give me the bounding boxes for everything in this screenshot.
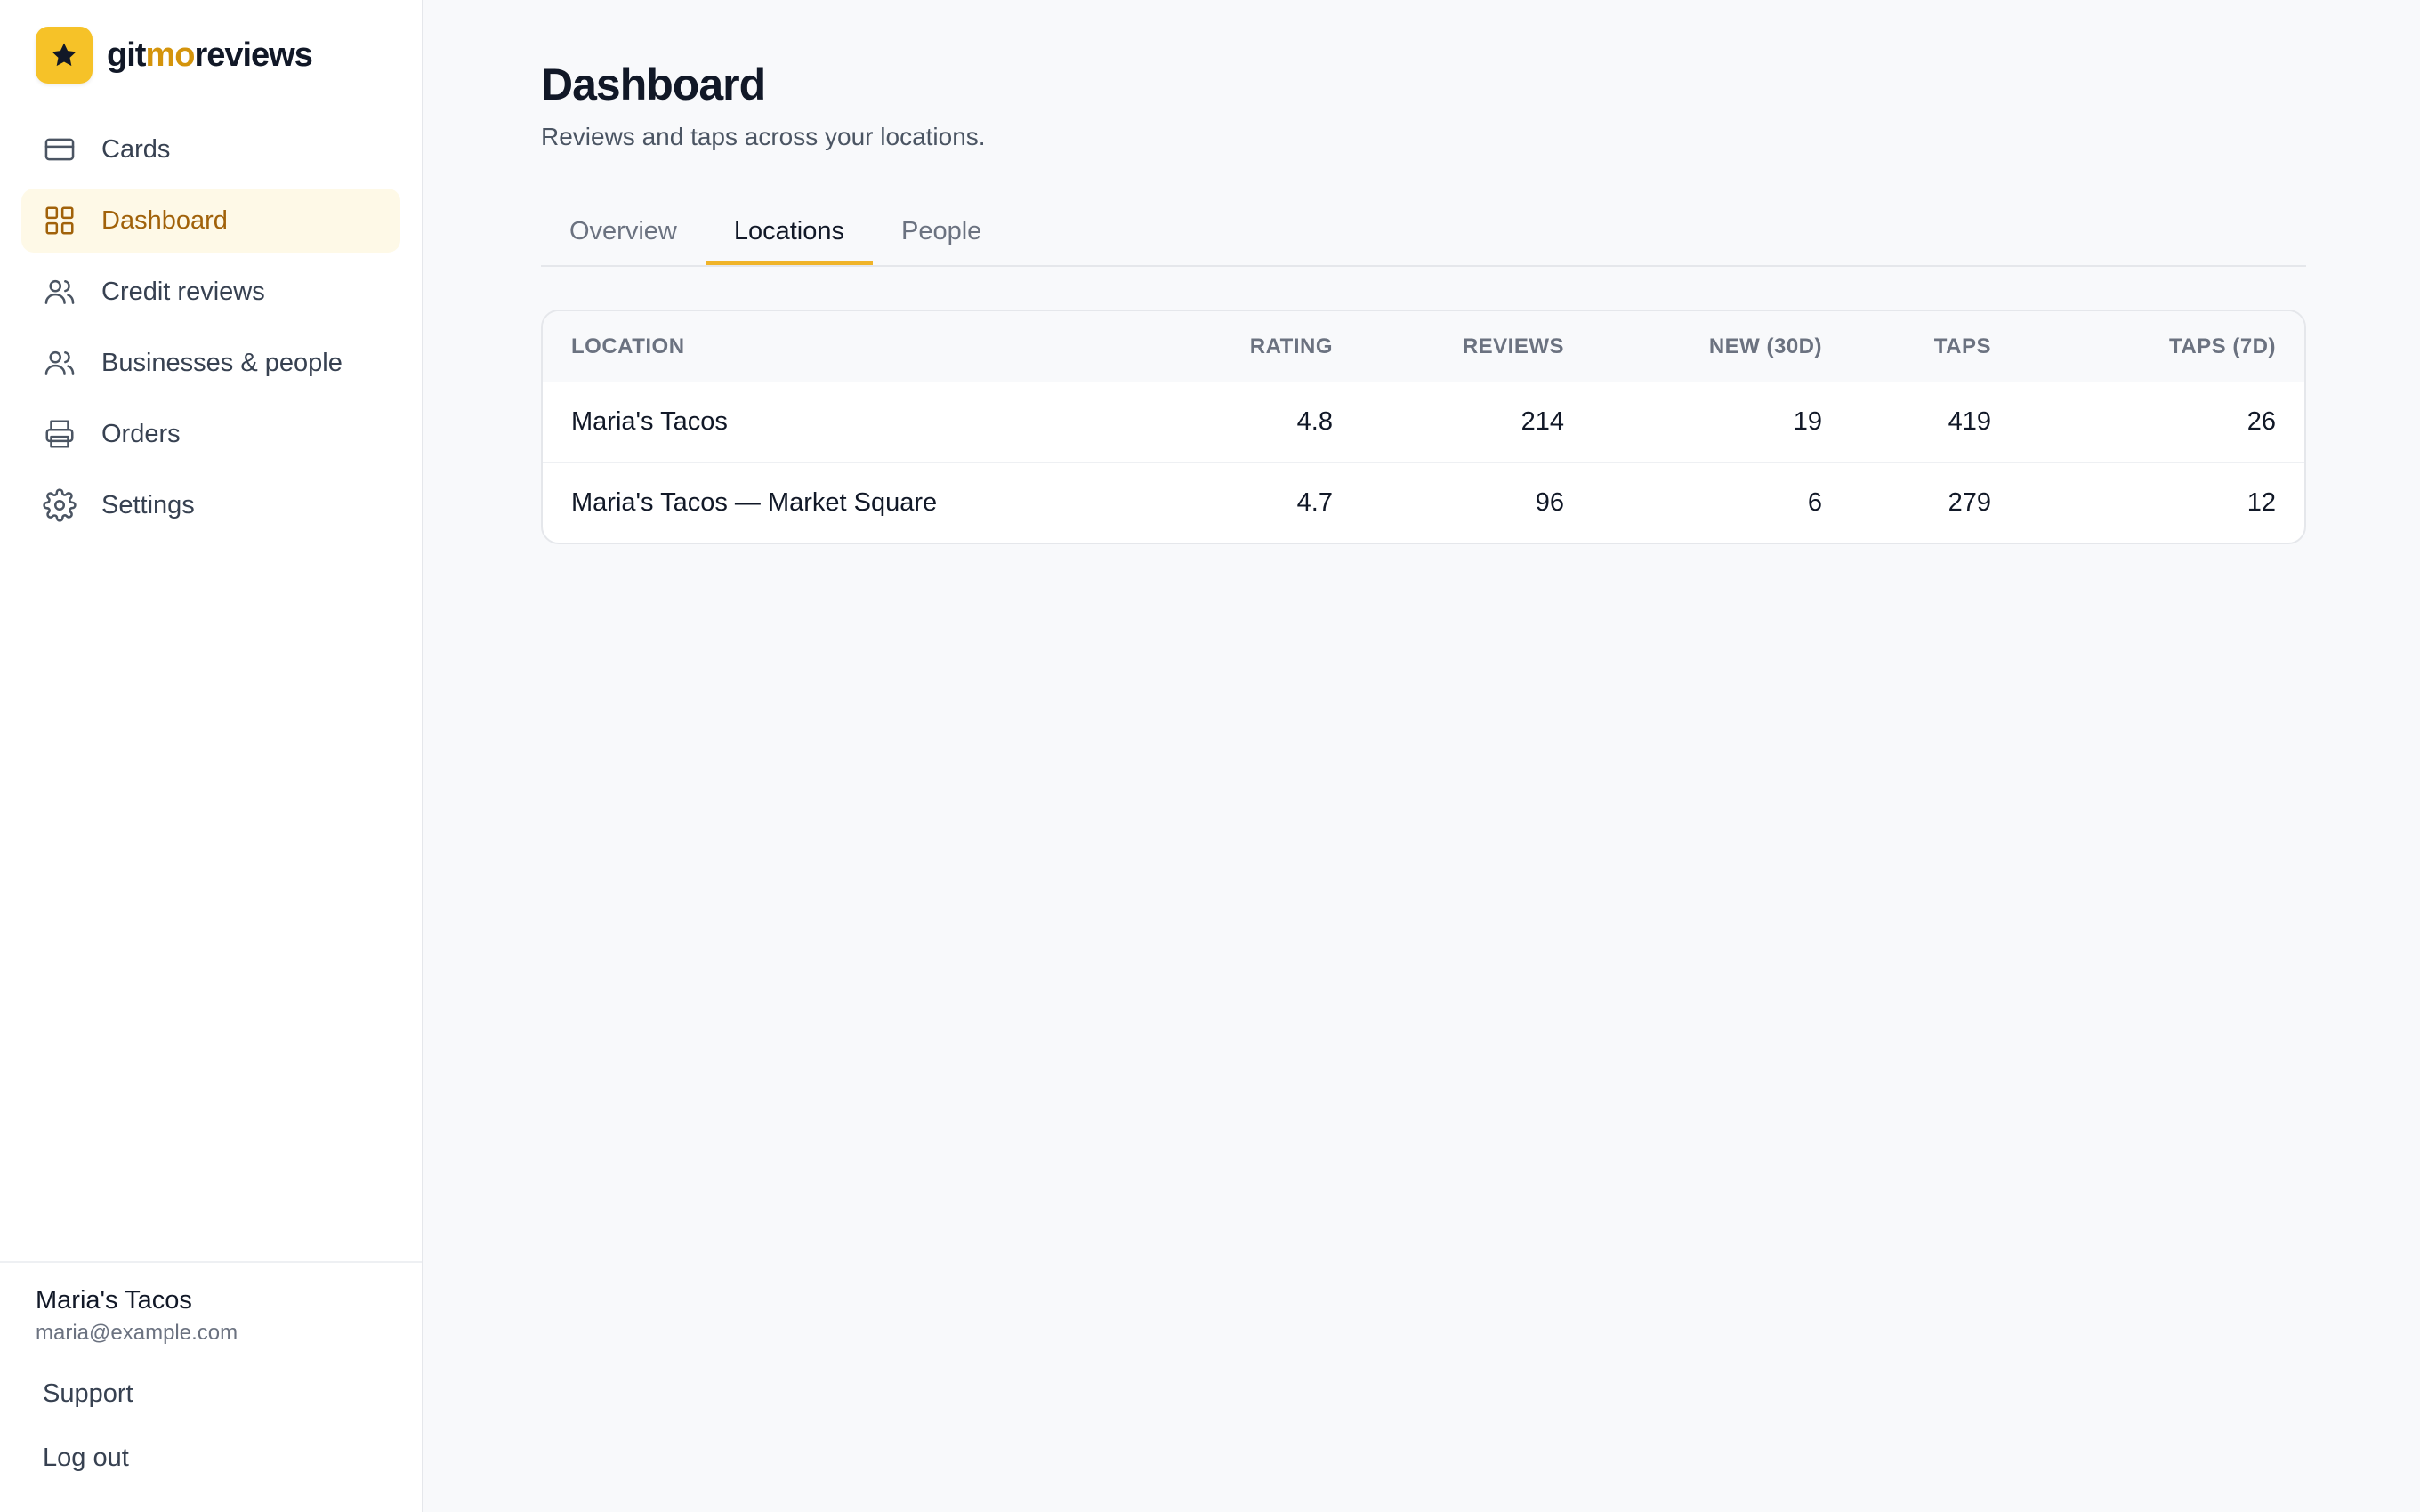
cell-new-30d: 6 [1593, 462, 1851, 543]
tab-locations[interactable]: Locations [705, 203, 874, 265]
sidebar-item-label: Settings [101, 490, 195, 519]
sidebar-nav: Cards Dashboard Credit reviews Businesse… [0, 110, 422, 544]
locations-table-card: LOCATION RATING REVIEWS NEW (30D) TAPS T… [541, 310, 2306, 544]
users-icon [44, 350, 75, 375]
sidebar-item-label: Orders [101, 419, 181, 448]
brand-logo[interactable]: gitmoreviews [36, 27, 422, 84]
column-header-location[interactable]: LOCATION [543, 311, 1183, 382]
printer-icon [45, 420, 74, 448]
cell-new-30d: 19 [1793, 407, 1822, 436]
cell-location: Maria's Tacos [571, 407, 728, 436]
locations-table: LOCATION RATING REVIEWS NEW (30D) TAPS T… [543, 311, 2304, 543]
logout-link[interactable]: Log out [21, 1429, 400, 1486]
sidebar-item-cards[interactable]: Cards [21, 117, 400, 181]
cell-taps-7d: 12 [2020, 462, 2304, 543]
tab-people[interactable]: People [873, 203, 1010, 265]
column-header-taps[interactable]: TAPS [1851, 311, 2020, 382]
main-content: Dashboard Reviews and taps across your l… [424, 0, 2420, 1512]
sidebar-item-dashboard[interactable]: Dashboard [21, 189, 400, 253]
sidebar-footer: Maria's Tacos maria@example.com Support … [0, 1261, 422, 1512]
sidebar-item-credit-reviews[interactable]: Credit reviews [21, 260, 400, 324]
column-header-taps-7d[interactable]: TAPS (7D) [2020, 311, 2304, 382]
sidebar: gitmoreviews Cards Dashboard Credit revi… [0, 0, 424, 1512]
account-email: maria@example.com [36, 1321, 238, 1345]
page-subtitle: Reviews and taps across your locations. [541, 123, 986, 150]
users-icon [44, 279, 75, 304]
app-root: gitmoreviews Cards Dashboard Credit revi… [0, 0, 2420, 1512]
table-row[interactable]: Maria's Tacos 4.8 214 19 419 26 [543, 382, 2304, 462]
page-title: Dashboard [541, 60, 766, 109]
credit-card-icon [44, 138, 75, 161]
grid-icon [45, 206, 74, 235]
cell-rating: 4.7 [1183, 462, 1361, 543]
brand-wordmark: gitmoreviews [107, 36, 313, 74]
gear-icon [43, 488, 77, 522]
column-header-rating[interactable]: RATING [1183, 311, 1361, 382]
star-icon [36, 27, 93, 84]
cell-rating: 4.8 [1296, 407, 1333, 436]
cell-reviews: 214 [1521, 407, 1564, 436]
cell-taps: 279 [1851, 462, 2020, 543]
sidebar-item-label: Dashboard [101, 205, 228, 235]
cell-location: Maria's Tacos — Market Square [543, 462, 1183, 543]
sidebar-item-label: Businesses & people [101, 348, 343, 377]
column-header-reviews[interactable]: REVIEWS [1361, 311, 1593, 382]
support-link[interactable]: Support [21, 1365, 400, 1422]
sidebar-item-businesses-people[interactable]: Businesses & people [21, 331, 400, 395]
account-name: Maria's Tacos [36, 1286, 192, 1315]
table-row[interactable]: Maria's Tacos — Market Square 4.7 96 6 2… [543, 462, 2304, 543]
column-header-new-30d[interactable]: NEW (30D) [1593, 311, 1851, 382]
sidebar-item-label: Cards [101, 134, 171, 164]
sidebar-item-orders[interactable]: Orders [21, 402, 400, 466]
tab-overview[interactable]: Overview [541, 203, 706, 265]
table-header-row: LOCATION RATING REVIEWS NEW (30D) TAPS T… [543, 311, 2304, 382]
cell-taps-7d: 26 [2247, 407, 2276, 436]
cell-reviews: 96 [1361, 462, 1593, 543]
sidebar-item-label: Credit reviews [101, 277, 265, 306]
tab-bar: Overview Locations People [541, 203, 2306, 267]
cell-taps: 419 [1948, 407, 1991, 436]
sidebar-item-settings[interactable]: Settings [21, 473, 400, 537]
